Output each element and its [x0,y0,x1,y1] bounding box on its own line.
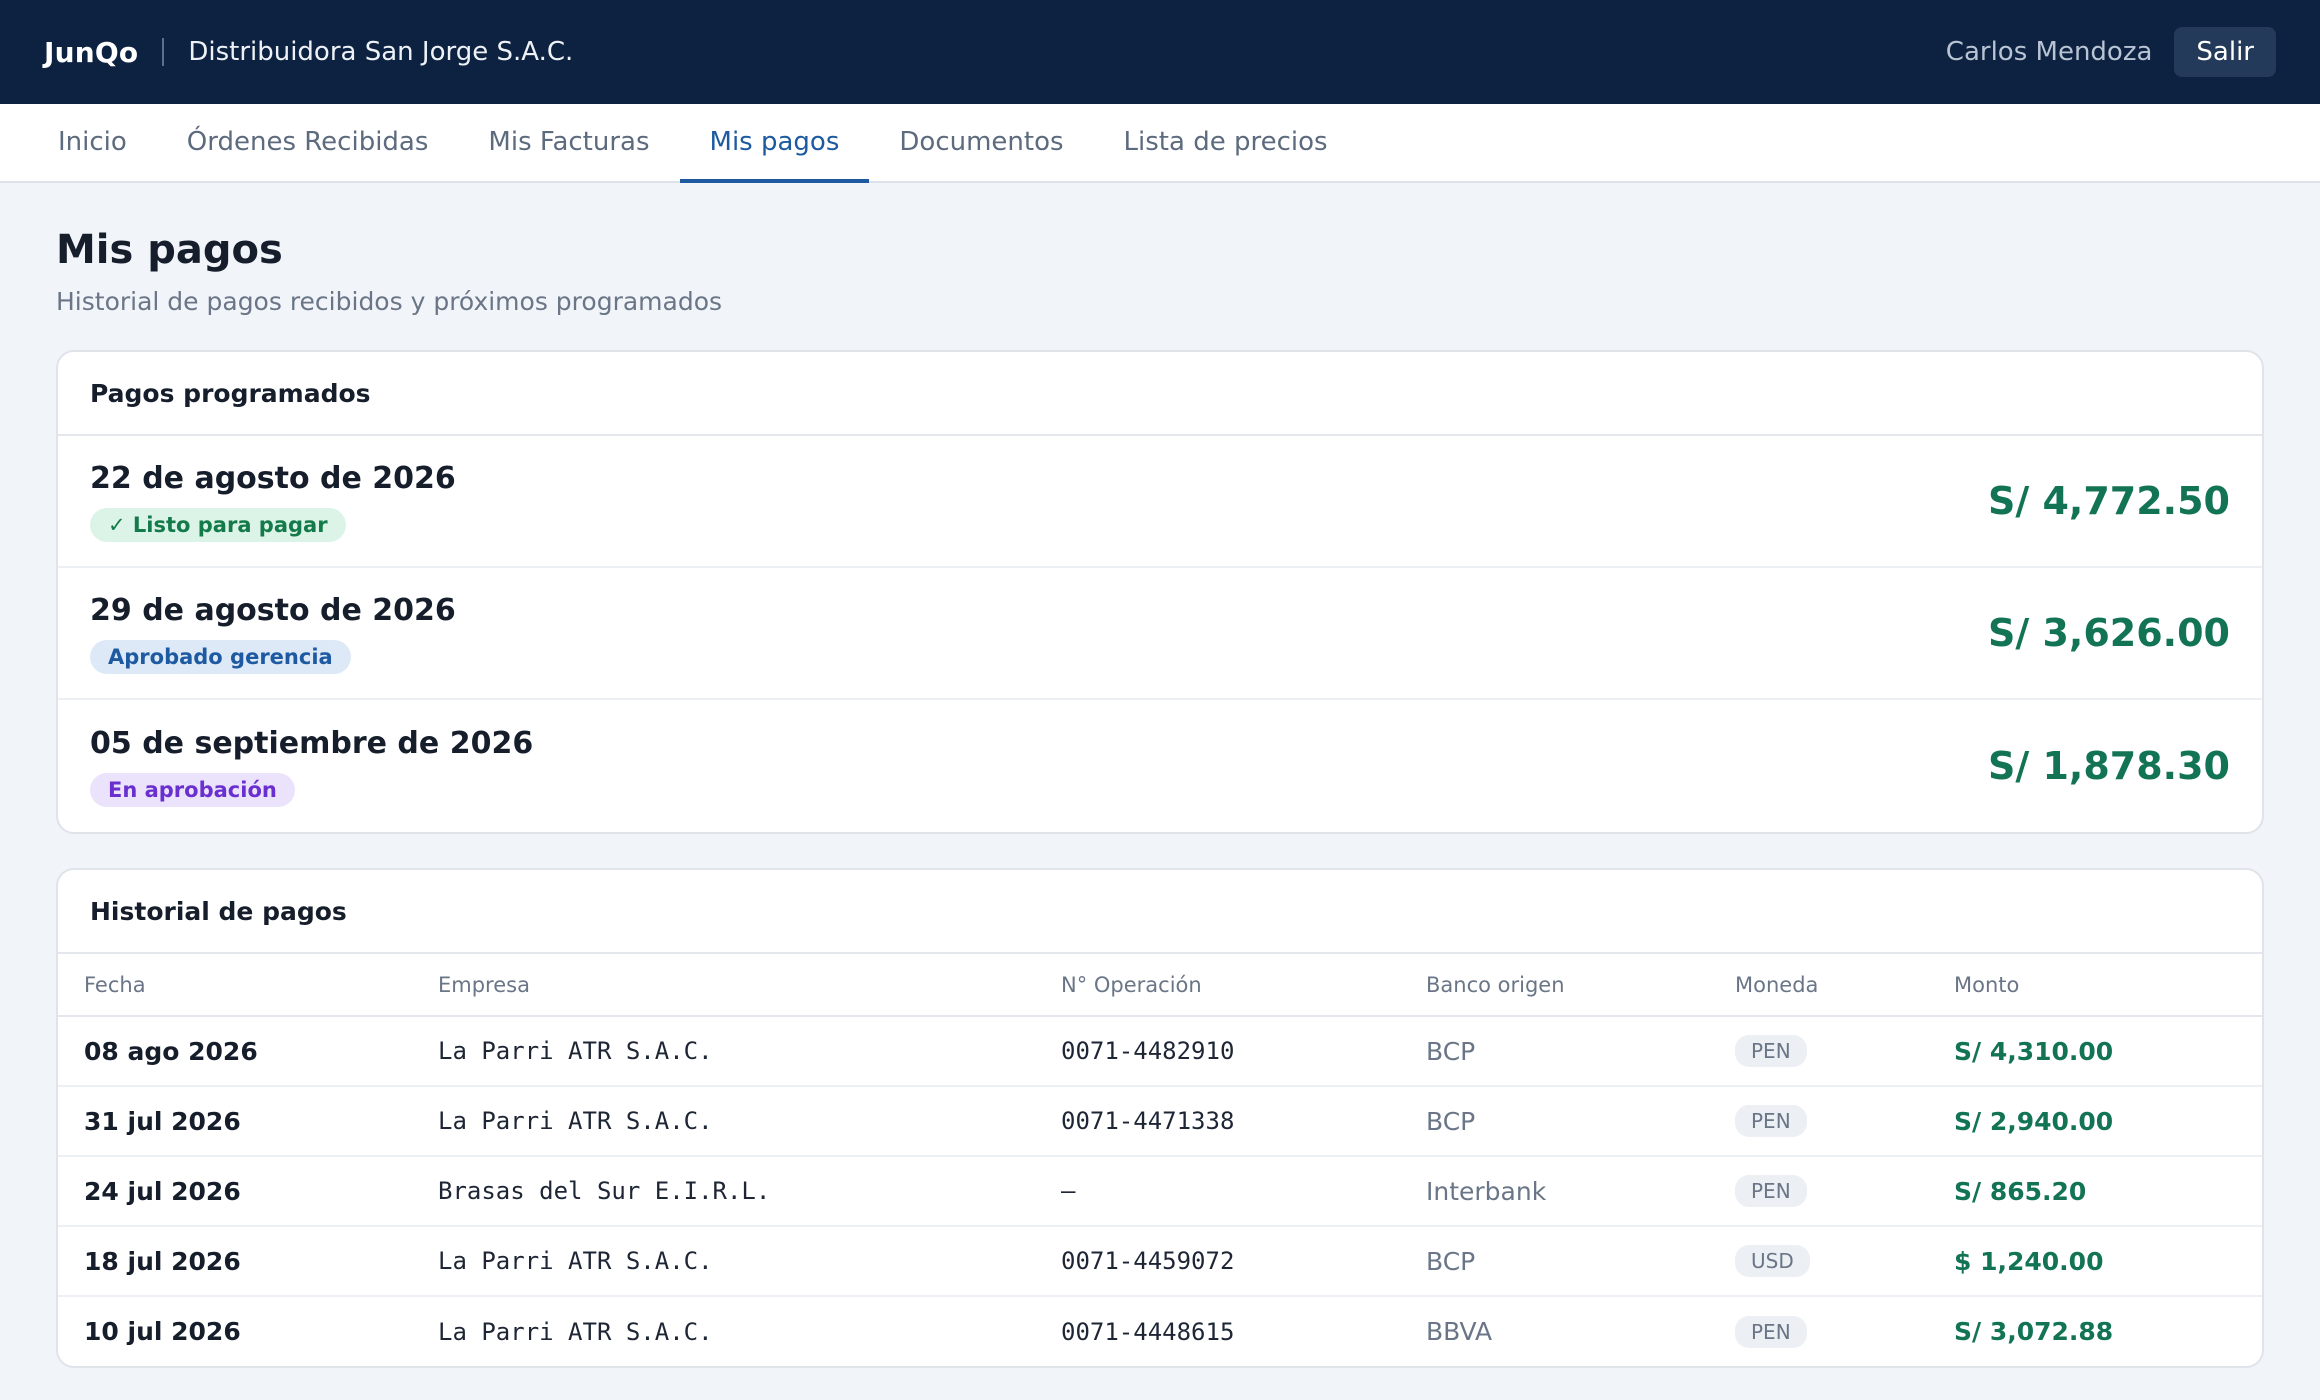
cell-monto: $ 1,240.00 [1954,1226,2262,1297]
currency-badge: PEN [1735,1315,1807,1348]
column-header-banco[interactable]: Banco origen [1426,954,1735,1017]
cell-banco: BCP [1426,1016,1735,1087]
payment-history-card: Historial de pagos Fecha Empresa N° Oper… [56,868,2264,1368]
currency-badge: USD [1735,1245,1810,1277]
cell-operacion: 0071-4459072 [1061,1226,1426,1297]
cell-operacion: 0071-4471338 [1061,1086,1426,1157]
cell-fecha: 31 jul 2026 [58,1086,438,1157]
cell-operacion: 0071-4448615 [1061,1317,1235,1346]
cell-fecha: 10 jul 2026 [84,1317,241,1346]
cell-empresa: La Parri ATR S.A.C. [438,1016,1061,1087]
cell-banco: Interbank [1426,1156,1735,1227]
tab-ordenes-recibidas[interactable]: Órdenes Recibidas [157,104,459,183]
top-bar: JunQo Distribuidora San Jorge S.A.C. Car… [0,0,2320,104]
table-row[interactable]: 08 ago 2026 La Parri ATR S.A.C. 0071-448… [58,1016,2262,1087]
user-name: Carlos Mendoza [1945,37,2153,67]
scheduled-date: 29 de agosto de 2026 [90,592,456,628]
cell-fecha: 24 jul 2026 [58,1156,438,1227]
table-row[interactable]: 10 jul 2026 La Parri ATR S.A.C. 0071-444… [58,1296,2262,1366]
cell-empresa: La Parri ATR S.A.C. [438,1226,1061,1297]
scheduled-payments-title: Pagos programados [58,352,2262,436]
column-header-moneda[interactable]: Moneda [1735,954,1954,1017]
payment-history-title: Historial de pagos [58,870,2262,954]
column-header-empresa[interactable]: Empresa [438,954,1061,1017]
logout-button[interactable]: Salir [2174,27,2276,77]
scheduled-payment-item: 22 de agosto de 2026 ✓ Listo para pagar … [58,436,2262,568]
cell-monto: S/ 865.20 [1954,1156,2262,1227]
currency-badge: PEN [1735,1035,1807,1067]
column-header-operacion[interactable]: N° Operación [1061,954,1426,1017]
header-divider [162,38,165,66]
page-title: Mis pagos [56,227,283,273]
cell-empresa: Brasas del Sur E.I.R.L. [438,1156,1061,1227]
cell-monto: S/ 2,940.00 [1954,1086,2262,1157]
table-row[interactable]: 31 jul 2026 La Parri ATR S.A.C. 0071-447… [58,1086,2262,1157]
tab-mis-pagos[interactable]: Mis pagos [679,104,870,183]
cell-operacion: 0071-4482910 [1061,1016,1426,1087]
tab-mis-facturas[interactable]: Mis Facturas [458,104,679,183]
main-content: Mis pagos Historial de pagos recibidos y… [0,227,2320,1368]
scheduled-amount: S/ 3,626.00 [1988,611,2230,655]
scheduled-date: 22 de agosto de 2026 [90,460,456,496]
table-header-row: Fecha Empresa N° Operación Banco origen … [58,954,2262,1017]
table-row[interactable]: 24 jul 2026 Brasas del Sur E.I.R.L. — In… [58,1156,2262,1227]
tab-documentos[interactable]: Documentos [869,104,1093,183]
cell-empresa: La Parri ATR S.A.C. [438,1086,1061,1157]
status-badge: Aprobado gerencia [90,639,351,674]
scheduled-payment-item: 05 de septiembre de 2026 En aprobación S… [58,700,2262,832]
column-header-monto[interactable]: Monto [1954,954,2262,1017]
cell-fecha: 08 ago 2026 [58,1016,438,1087]
cell-banco: BCP [1426,1226,1735,1297]
column-header-fecha[interactable]: Fecha [58,954,438,1017]
cell-banco: BBVA [1426,1317,1493,1346]
status-badge: ✓ Listo para pagar [90,507,346,542]
payment-history-table: Fecha Empresa N° Operación Banco origen … [58,954,2262,1366]
cell-monto: S/ 4,310.00 [1954,1016,2262,1087]
scheduled-amount: S/ 4,772.50 [1988,479,2230,523]
table-row[interactable]: 18 jul 2026 La Parri ATR S.A.C. 0071-445… [58,1226,2262,1297]
scheduled-payments-card: Pagos programados 22 de agosto de 2026 ✓… [56,350,2264,834]
scheduled-amount: S/ 1,878.30 [1988,744,2230,788]
company-name: Distribuidora San Jorge S.A.C. [188,37,574,67]
cell-monto: S/ 3,072.88 [1954,1317,2114,1346]
cell-banco: BCP [1426,1086,1735,1157]
currency-badge: PEN [1735,1105,1807,1137]
brand-logo[interactable]: JunQo [44,36,138,69]
tab-inicio[interactable]: Inicio [28,104,157,183]
cell-empresa: La Parri ATR S.A.C. [438,1317,713,1346]
cell-operacion: — [1061,1156,1426,1227]
page-subtitle: Historial de pagos recibidos y próximos … [56,287,723,316]
scheduled-payment-item: 29 de agosto de 2026 Aprobado gerencia S… [58,568,2262,700]
tab-lista-de-precios[interactable]: Lista de precios [1094,104,1358,183]
status-badge: En aprobación [90,772,295,807]
currency-badge: PEN [1735,1175,1807,1207]
main-nav-tabs: Inicio Órdenes Recibidas Mis Facturas Mi… [0,104,2320,183]
cell-fecha: 18 jul 2026 [58,1226,438,1297]
scheduled-date: 05 de septiembre de 2026 [90,725,534,761]
